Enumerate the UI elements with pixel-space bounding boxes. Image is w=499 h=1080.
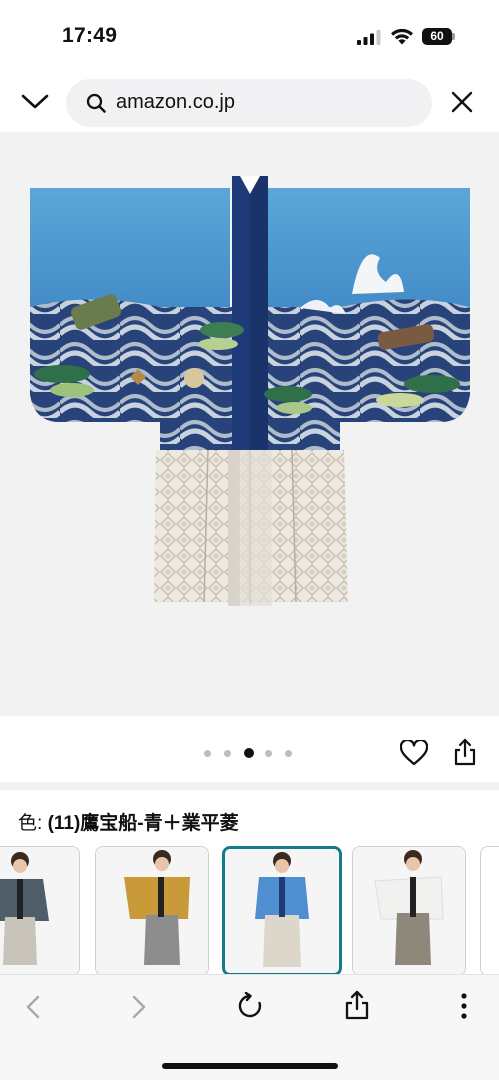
child-kimono-icon xyxy=(0,847,79,974)
search-icon xyxy=(86,93,106,113)
carousel-dot[interactable] xyxy=(285,750,292,757)
child-kimono-icon xyxy=(96,847,208,974)
carousel-dot-active[interactable] xyxy=(244,748,254,758)
forward-icon[interactable] xyxy=(128,994,150,1020)
child-kimono-icon xyxy=(225,849,339,973)
reload-icon[interactable] xyxy=(236,992,264,1020)
status-bar: 17:49 60 xyxy=(0,0,499,70)
swatch-gray-kimono[interactable] xyxy=(0,846,80,974)
close-icon[interactable] xyxy=(450,90,474,114)
signal-icon xyxy=(357,30,381,45)
color-label-value: (11)鷹宝船-青＋業平菱 xyxy=(47,813,239,834)
carousel-dot[interactable] xyxy=(224,750,231,757)
browser-bottom-bar xyxy=(0,974,499,1080)
swatch-white-kimono[interactable] xyxy=(352,846,466,974)
color-label-key: 色: xyxy=(18,813,43,834)
status-time: 17:49 xyxy=(62,24,118,47)
address-text: amazon.co.jp xyxy=(116,91,235,113)
swatch-blue-kimono-selected[interactable] xyxy=(222,846,342,974)
image-carousel-controls xyxy=(0,716,499,782)
swatch-gold-kimono[interactable] xyxy=(95,846,209,974)
carousel-dot[interactable] xyxy=(265,750,272,757)
kimono-hakama-icon[interactable] xyxy=(0,132,499,716)
share-icon[interactable] xyxy=(453,738,477,766)
home-indicator[interactable] xyxy=(162,1063,338,1069)
child-kimono-icon xyxy=(353,847,465,974)
battery-level: 60 xyxy=(430,29,444,43)
swatch-partial[interactable] xyxy=(480,846,499,974)
back-icon[interactable] xyxy=(22,994,44,1020)
section-divider xyxy=(0,782,499,790)
address-bar[interactable]: amazon.co.jp xyxy=(66,79,432,127)
color-swatches xyxy=(0,846,499,974)
wifi-icon xyxy=(391,28,413,45)
heart-icon[interactable] xyxy=(400,740,428,766)
product-image-area[interactable] xyxy=(0,132,499,716)
chevron-down-icon[interactable] xyxy=(20,88,50,114)
battery-icon: 60 xyxy=(422,28,455,45)
share-icon[interactable] xyxy=(344,990,370,1020)
color-selection-label: 色: (11)鷹宝船-青＋業平菱 xyxy=(18,808,239,836)
carousel-dot[interactable] xyxy=(204,750,211,757)
more-icon[interactable] xyxy=(456,992,472,1020)
browser-toolbar: amazon.co.jp xyxy=(0,70,499,132)
